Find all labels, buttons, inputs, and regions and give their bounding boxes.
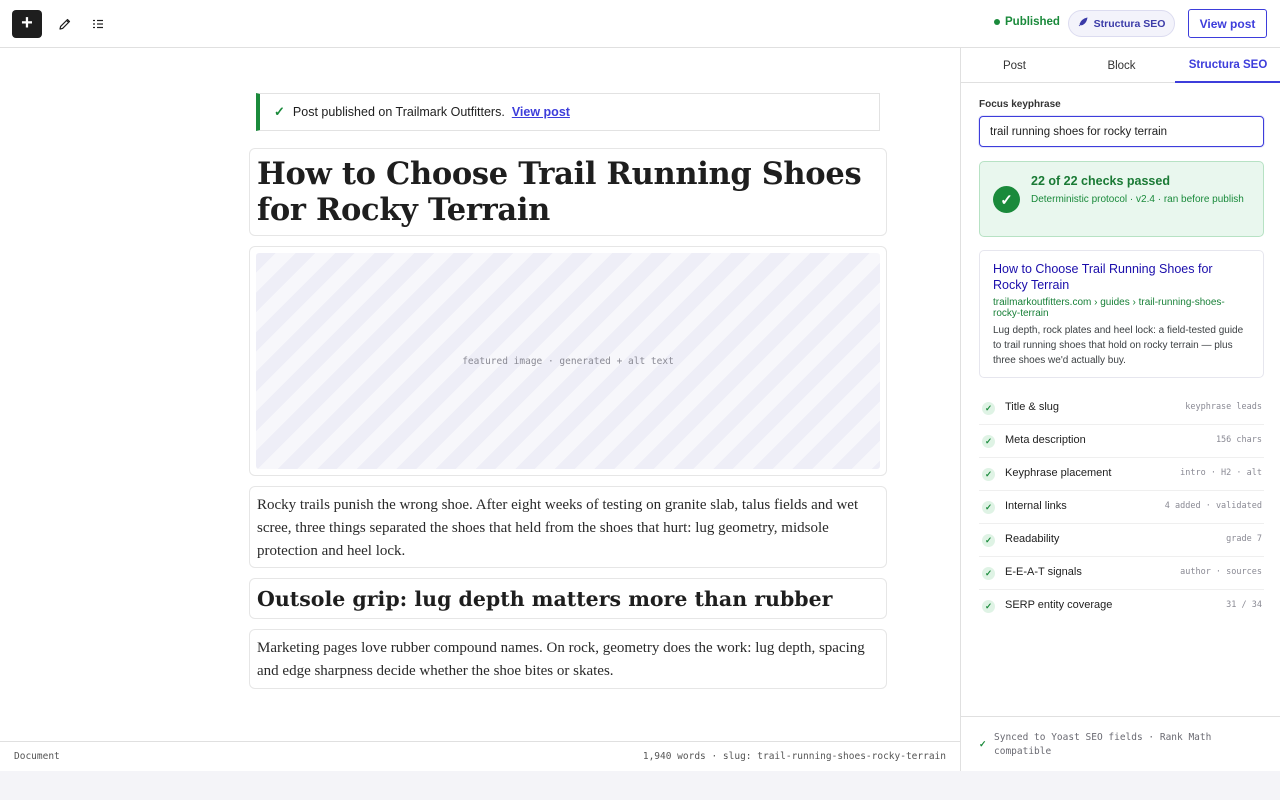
serp-description: Lug depth, rock plates and heel lock: a … <box>993 325 1244 366</box>
check-icon: ✓ <box>982 402 995 415</box>
editor-app: + Published Structura SEO View post ✓ Po… <box>0 0 1280 771</box>
publish-notice: ✓ Post published on Trailmark Outfitters… <box>256 93 880 131</box>
word-count-slug: 1,940 words · slug: trail-running-shoes-… <box>642 751 946 762</box>
check-icon: ✓ <box>982 468 995 481</box>
featured-image-placeholder[interactable]: featured image · generated + alt text <box>256 253 880 469</box>
check-icon: ✓ <box>982 600 995 613</box>
editor-canvas: ✓ Post published on Trailmark Outfitters… <box>0 48 960 741</box>
check-row-title-slug[interactable]: ✓ Title & slug keyphrase leads <box>979 392 1264 425</box>
image-placeholder-label: featured image · generated + alt text <box>462 355 674 367</box>
check-row-eeat-signals[interactable]: ✓ E-E-A-T signals author · sources <box>979 557 1264 590</box>
check-circle-icon: ✓ <box>993 186 1020 213</box>
sidebar-tabs: Post Block Structura SEO <box>961 48 1280 83</box>
check-icon: ✓ <box>979 739 987 749</box>
check-detail: author · sources <box>1180 567 1262 577</box>
check-detail: 156 chars <box>1215 435 1262 445</box>
breadcrumb-document[interactable]: Document <box>14 751 60 762</box>
post-title[interactable]: How to Choose Trail Running Shoes for Ro… <box>257 156 879 228</box>
sync-status-text: Synced to Yoast SEO fields · Rank Math c… <box>994 732 1212 757</box>
add-block-button[interactable]: + <box>12 10 42 38</box>
editor-status-bar: Document 1,940 words · slug: trail-runni… <box>0 741 960 771</box>
check-label: Meta description <box>1005 434 1086 446</box>
sync-status-footer: ✓ Synced to Yoast SEO fields · Rank Math… <box>961 716 1280 771</box>
post-title-block[interactable]: How to Choose Trail Running Shoes for Ro… <box>249 148 887 236</box>
check-label: Keyphrase placement <box>1005 467 1112 479</box>
pencil-icon[interactable] <box>55 14 75 34</box>
check-icon: ✓ <box>982 501 995 514</box>
paragraph-block-2[interactable]: Marketing pages love rubber compound nam… <box>249 629 887 689</box>
check-icon: ✓ <box>982 534 995 547</box>
check-icon: ✓ <box>982 567 995 580</box>
check-row-serp-entity-coverage[interactable]: ✓ SERP entity coverage 31 / 34 <box>979 590 1264 623</box>
check-icon: ✓ <box>982 435 995 448</box>
check-label: Internal links <box>1005 500 1067 512</box>
tab-post[interactable]: Post <box>961 48 1068 83</box>
heading-block[interactable]: Outsole grip: lug depth matters more tha… <box>249 578 887 619</box>
settings-sidebar: Post Block Structura SEO Focus keyphrase… <box>960 48 1280 771</box>
notice-message: Post published on Trailmark Outfitters. <box>292 105 505 119</box>
check-detail: grade 7 <box>1226 534 1262 544</box>
check-row-readability[interactable]: ✓ Readability grade 7 <box>979 524 1264 557</box>
tab-block[interactable]: Block <box>1068 48 1175 83</box>
checks-summary-card: ✓ 22 of 22 checks passed Deterministic p… <box>979 161 1264 237</box>
focus-keyphrase-label: Focus keyphrase <box>979 99 1061 110</box>
serp-preview-card: How to Choose Trail Running Shoes for Ro… <box>979 250 1264 378</box>
check-detail: 31 / 34 <box>1226 600 1262 610</box>
check-detail: intro · H2 · alt <box>1180 468 1262 478</box>
feather-icon <box>1078 17 1088 30</box>
check-label: E-E-A-T signals <box>1005 566 1082 578</box>
serp-url: trailmarkoutfitters.com › guides › trail… <box>993 297 1225 319</box>
check-icon: ✓ <box>274 104 285 119</box>
view-post-button[interactable]: View post <box>1188 9 1267 38</box>
check-row-meta-description[interactable]: ✓ Meta description 156 chars <box>979 425 1264 458</box>
check-detail: keyphrase leads <box>1185 402 1262 412</box>
paragraph-block[interactable]: Rocky trails punish the wrong shoe. Afte… <box>249 486 887 568</box>
check-label: Title & slug <box>1005 401 1060 413</box>
check-row-keyphrase-placement[interactable]: ✓ Keyphrase placement intro · H2 · alt <box>979 458 1264 491</box>
structura-seo-label: Structura SEO <box>1093 17 1166 30</box>
tab-structura-seo[interactable]: Structura SEO <box>1175 48 1280 83</box>
published-label: Published <box>1005 16 1060 28</box>
check-label: SERP entity coverage <box>1005 599 1113 611</box>
check-row-internal-links[interactable]: ✓ Internal links 4 added · validated <box>979 491 1264 524</box>
top-toolbar: + Published Structura SEO View post <box>0 0 1280 48</box>
check-label: Readability <box>1005 533 1060 545</box>
serp-title: How to Choose Trail Running Shoes for Ro… <box>993 262 1213 292</box>
seo-check-list: ✓ Title & slug keyphrase leads ✓ Meta de… <box>979 392 1264 623</box>
published-status: Published <box>994 16 1060 28</box>
status-dot-icon <box>994 19 1000 25</box>
structura-seo-button[interactable]: Structura SEO <box>1068 10 1175 37</box>
featured-image-block[interactable]: featured image · generated + alt text <box>249 246 887 476</box>
checks-summary-subtitle: Deterministic protocol · v2.4 · ran befo… <box>1031 194 1244 205</box>
checks-summary-title: 22 of 22 checks passed <box>1031 174 1170 188</box>
check-detail: 4 added · validated <box>1164 501 1262 511</box>
notice-view-post-link[interactable]: View post <box>512 105 570 119</box>
focus-keyphrase-input[interactable] <box>979 116 1264 147</box>
section-heading[interactable]: Outsole grip: lug depth matters more tha… <box>257 583 879 615</box>
list-view-icon[interactable] <box>88 14 108 34</box>
